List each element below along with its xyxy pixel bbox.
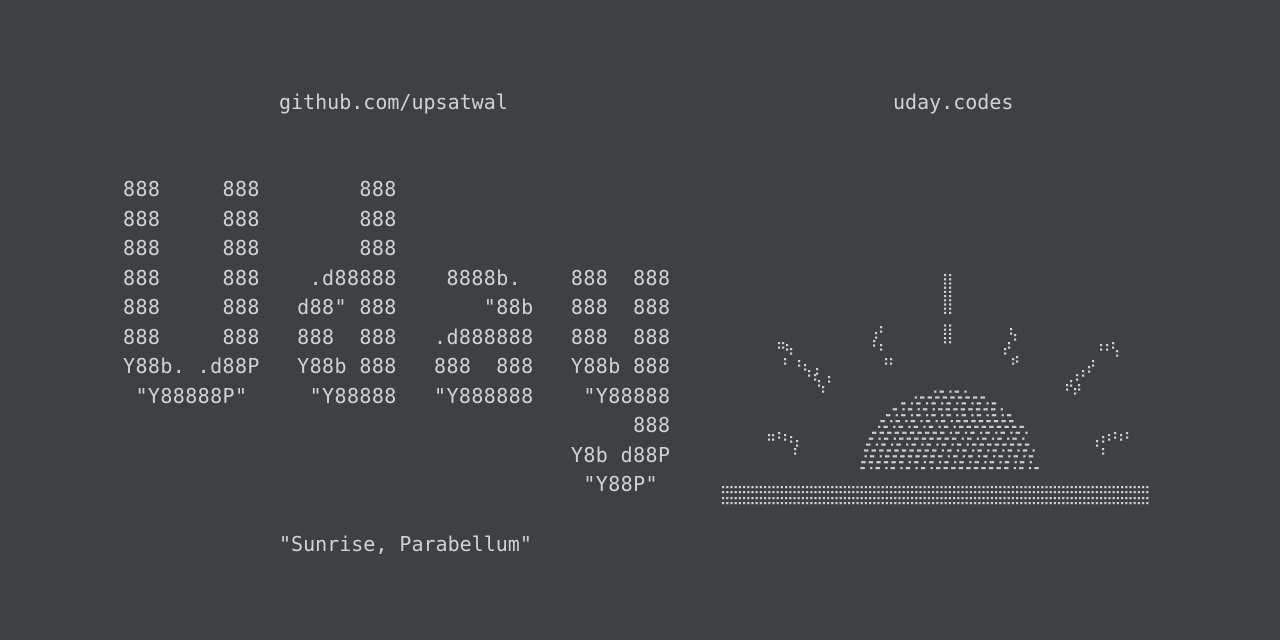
sunrise-icon [722, 274, 1149, 505]
ascii-logo-line: Y88b. .d88P Y88b 888 888 888 Y88b 888 [123, 354, 671, 378]
ascii-logo: 888 888 888 888 888 888 888 888 888 888 … [123, 175, 670, 500]
ascii-logo-line: "Y88P" [123, 472, 658, 496]
ascii-logo-line: 888 888 .d88888 8888b. 888 888 [123, 265, 671, 290]
github-link[interactable]: github.com/upsatwal [279, 88, 508, 116]
ascii-logo-line: 888 888 d88" 888 "88b 888 888 [123, 295, 671, 319]
ascii-logo-line: 888 888 888 [123, 236, 397, 260]
ascii-logo-line: 888 [123, 413, 671, 437]
ascii-logo-line: 888 888 888 888 .d888888 888 888 [123, 324, 671, 349]
tagline: "Sunrise, Parabellum" [279, 532, 532, 556]
ascii-logo-line: 888 888 888 [123, 206, 397, 231]
ascii-logo-line: "Y88888P" "Y88888 "Y888888 "Y88888 [123, 383, 671, 408]
ascii-logo-line: 888 888 888 [123, 177, 397, 201]
website-link[interactable]: uday.codes [893, 88, 1013, 116]
ascii-logo-line: Y8b d88P [123, 442, 671, 467]
